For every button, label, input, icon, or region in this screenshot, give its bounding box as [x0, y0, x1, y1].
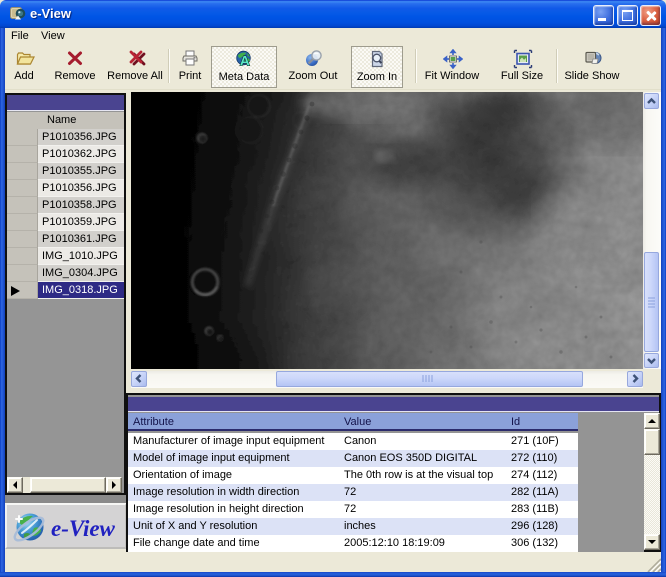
svg-text:A: A	[240, 53, 250, 69]
